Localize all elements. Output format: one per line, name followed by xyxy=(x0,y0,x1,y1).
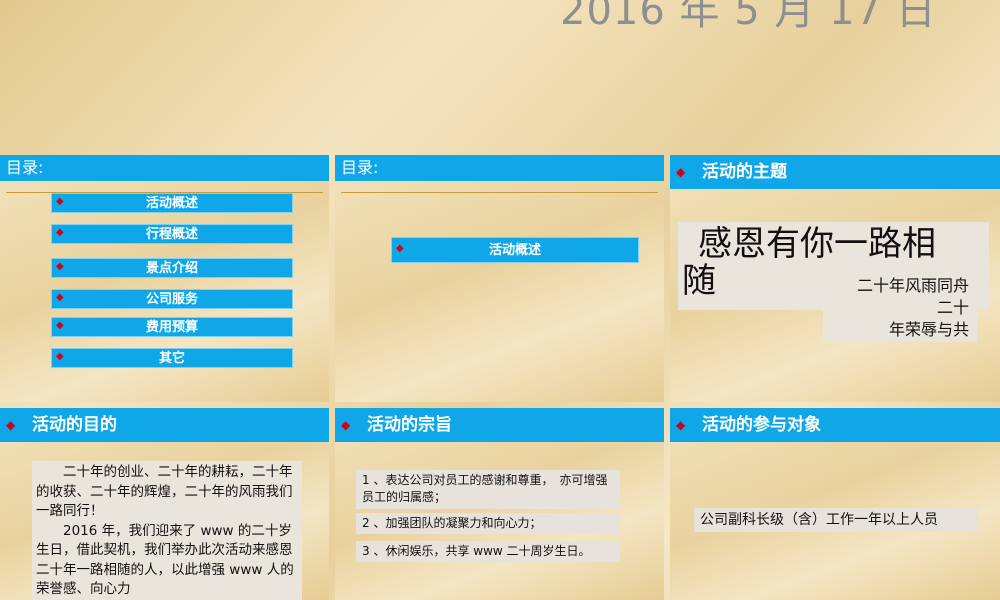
slide-title: ◆ 活动的参与对象 xyxy=(670,408,1000,442)
slide-title: ◆ 活动的目的 xyxy=(0,408,329,442)
theme-sub-line: 年荣辱与共 xyxy=(888,320,969,339)
toc-item-label: 费用预算 xyxy=(145,320,198,335)
toc-item-label: 行程概述 xyxy=(145,227,198,242)
toc-item-other[interactable]: ◆ 其它 xyxy=(51,348,293,368)
toc-item-budget[interactable]: ◆ 费用预算 xyxy=(51,317,293,337)
slide-toc-2[interactable]: 目录: ◆ 活动概述 xyxy=(335,155,664,402)
slide-title-text: 活动的目的 xyxy=(32,415,117,435)
toc-item-label: 景点介绍 xyxy=(145,261,198,276)
theme-sub-line: 二十 xyxy=(936,298,969,317)
slide-principles[interactable]: ◆ 活动的宗旨 1 、表达公司对员工的感谢和尊重， 亦可增强员工的归属感； 2 … xyxy=(335,408,664,600)
theme-sub-text: 二十年风雨同舟 二十 年荣辱与共 xyxy=(823,273,977,342)
toc-item-label: 活动概述 xyxy=(488,243,541,258)
diamond-bullet-icon: ◆ xyxy=(56,320,64,331)
diamond-bullet-icon: ◆ xyxy=(396,243,404,254)
diamond-bullet-icon: ◆ xyxy=(56,351,64,362)
slide-title-text: 活动的主题 xyxy=(702,162,787,182)
toc-item-label: 活动概述 xyxy=(145,196,198,211)
diamond-bullet-icon: ◆ xyxy=(56,227,64,238)
diamond-bullet-icon: ◆ xyxy=(676,418,686,432)
diamond-bullet-icon: ◆ xyxy=(56,261,64,272)
participants-text: 公司副科长级（含）工作一年以上人员 xyxy=(694,508,978,532)
divider xyxy=(341,192,658,193)
diamond-bullet-icon: ◆ xyxy=(676,165,686,179)
purpose-body-text: 二十年的创业、二十年的耕耘，二十年的收获、二十年的辉煌，二十年的风雨我们一路同行… xyxy=(32,461,302,600)
principle-item: 2 、加强团队的凝聚力和向心力； xyxy=(356,513,620,534)
theme-sub-line: 二十年风雨同舟 xyxy=(856,276,969,295)
slide-title-text: 活动的参与对象 xyxy=(702,415,821,435)
diamond-bullet-icon: ◆ xyxy=(341,418,351,432)
principle-item: 3 、休闲娱乐，共享 www 二十周岁生日。 xyxy=(356,541,620,562)
toc-item-services[interactable]: ◆ 公司服务 xyxy=(51,289,293,309)
toc-item-label: 其它 xyxy=(158,351,185,366)
slide-title: 目录: xyxy=(0,155,329,181)
date-heading: 2016 年 5 月 17 日 xyxy=(560,0,937,34)
slide-title: ◆ 活动的主题 xyxy=(670,155,1000,189)
slide-title: ◆ 活动的宗旨 xyxy=(335,408,664,442)
diamond-bullet-icon: ◆ xyxy=(56,196,64,207)
toc-item-overview[interactable]: ◆ 活动概述 xyxy=(51,193,293,213)
toc-item-label: 公司服务 xyxy=(145,292,198,307)
slide-theme[interactable]: ◆ 活动的主题 感恩有你一路相随 二十年风雨同舟 二十 年荣辱与共 xyxy=(670,155,1000,402)
toc-item-overview[interactable]: ◆ 活动概述 xyxy=(391,237,639,263)
slide-toc-1[interactable]: 目录: ◆ 活动概述 ◆ 行程概述 ◆ 景点介绍 ◆ 公司服务 ◆ 费用预算 ◆… xyxy=(0,155,329,402)
toc-item-itinerary[interactable]: ◆ 行程概述 xyxy=(51,224,293,244)
slide-title: 目录: xyxy=(335,155,664,181)
toc-item-attractions[interactable]: ◆ 景点介绍 xyxy=(51,258,293,278)
slide-purpose[interactable]: ◆ 活动的目的 二十年的创业、二十年的耕耘，二十年的收获、二十年的辉煌，二十年的… xyxy=(0,408,329,600)
principle-item: 1 、表达公司对员工的感谢和尊重， 亦可增强员工的归属感； xyxy=(356,470,620,509)
slide-title-text: 活动的宗旨 xyxy=(367,415,452,435)
diamond-bullet-icon: ◆ xyxy=(56,292,64,303)
slide-participants[interactable]: ◆ 活动的参与对象 公司副科长级（含）工作一年以上人员 xyxy=(670,408,1000,600)
diamond-bullet-icon: ◆ xyxy=(6,418,16,432)
